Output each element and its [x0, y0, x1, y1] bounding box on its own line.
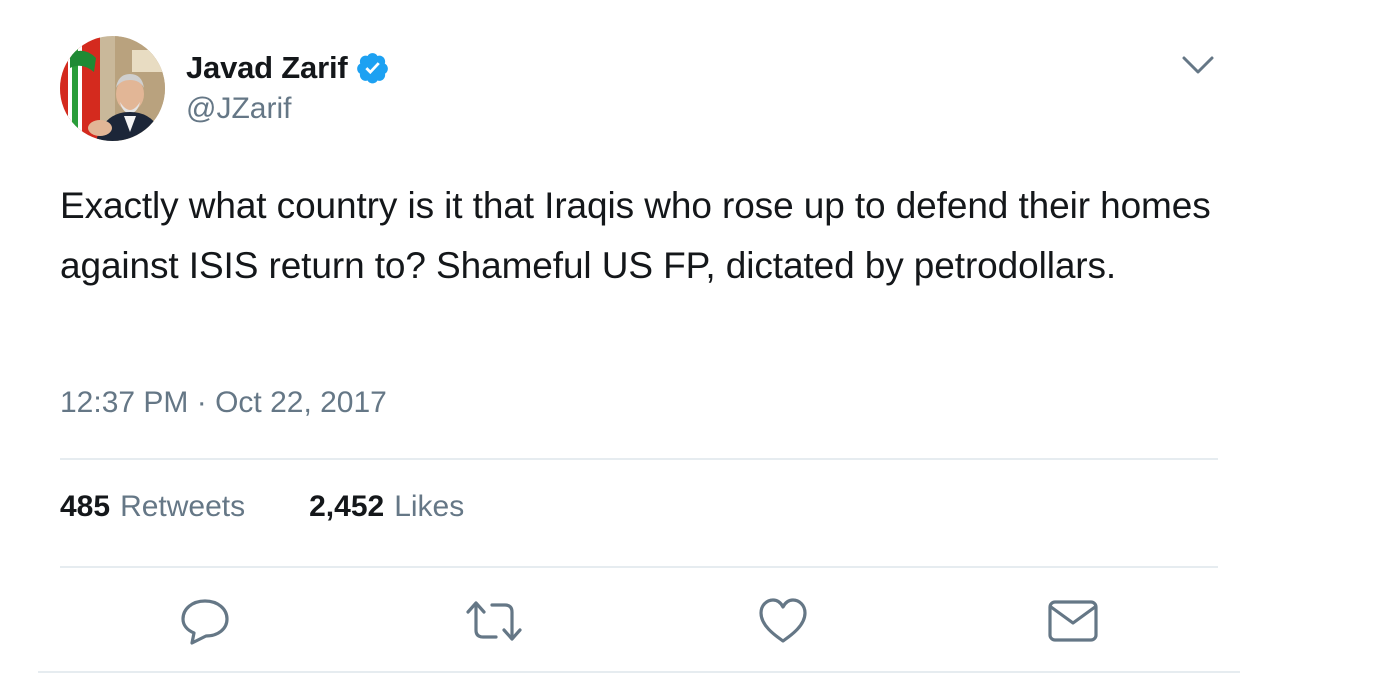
tweet-text: Exactly what country is it that Iraqis w… [60, 185, 1211, 286]
tweet-card: Javad Zarif @JZarif Exactly what country… [0, 0, 1388, 678]
avatar-image [60, 36, 165, 141]
divider [60, 566, 1218, 568]
author-handle[interactable]: @JZarif [186, 92, 291, 126]
author-name-row[interactable]: Javad Zarif [186, 48, 390, 88]
divider [60, 458, 1218, 460]
likes-label: Likes [394, 490, 465, 523]
display-name[interactable]: Javad Zarif [186, 50, 348, 86]
likes-count: 2,452 [309, 490, 385, 523]
direct-message-button[interactable] [1046, 596, 1100, 646]
avatar[interactable] [60, 36, 165, 141]
reply-icon [181, 599, 229, 645]
like-button[interactable] [756, 596, 810, 646]
tweet-stats: 485 Retweets 2,452 Likes [60, 490, 464, 524]
reply-button[interactable] [178, 596, 232, 646]
retweet-button[interactable] [464, 596, 522, 646]
envelope-icon [1048, 600, 1098, 642]
chevron-down-icon[interactable] [1180, 52, 1216, 78]
divider [38, 671, 1240, 673]
likes-stat[interactable]: 2,452 Likes [309, 490, 464, 524]
tweet-timestamp[interactable]: 12:37 PM · Oct 22, 2017 [60, 386, 387, 420]
retweets-count: 485 [60, 490, 111, 523]
heart-icon [759, 598, 807, 643]
retweets-label: Retweets [120, 490, 246, 523]
verified-badge-icon [356, 51, 390, 85]
retweets-stat[interactable]: 485 Retweets [60, 490, 245, 524]
retweet-icon [466, 601, 522, 641]
